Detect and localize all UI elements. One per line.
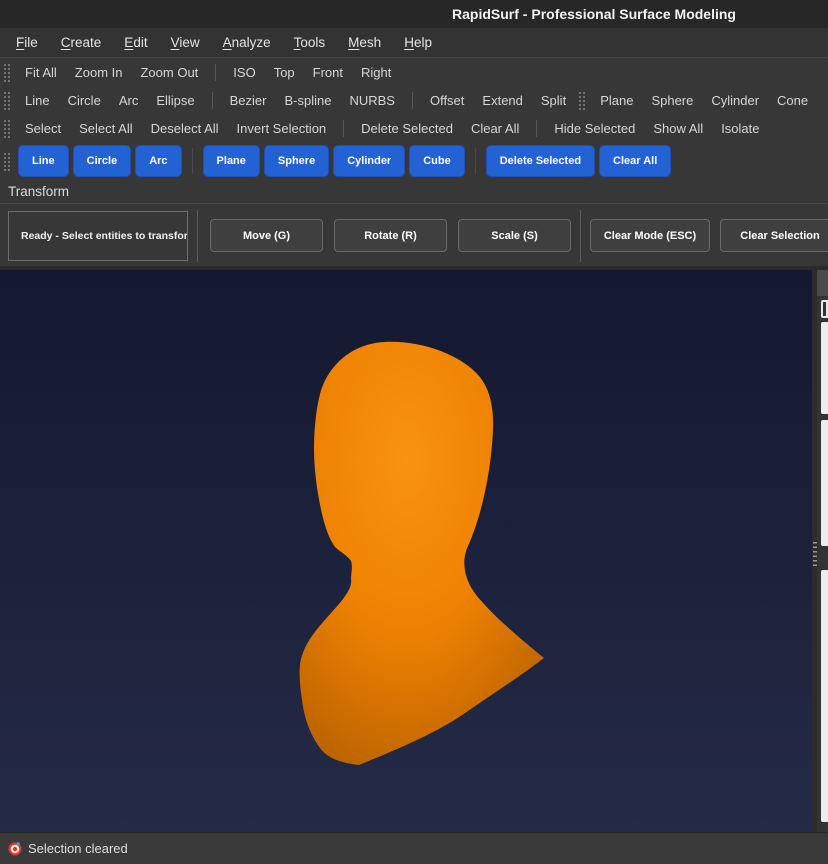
toolbar-row-create: LineCircleArcEllipse BezierB-splineNURBS O… <box>0 86 828 114</box>
view-front-button[interactable]: Front <box>305 61 351 84</box>
menu-item-tools[interactable]: Tools <box>294 35 326 50</box>
curves-split-button[interactable]: Split <box>533 89 574 112</box>
primitives-cylinder-button[interactable]: Cylinder <box>703 89 767 112</box>
curves-arc-button[interactable]: Arc <box>111 89 147 112</box>
quick-actions-delete-selected-button[interactable]: Delete Selected <box>486 145 595 177</box>
primitives-cone-button[interactable]: Cone <box>769 89 816 112</box>
clipped-panel-fragment <box>821 300 828 318</box>
view-zoom-out-button[interactable]: Zoom Out <box>132 61 206 84</box>
splitter-handle-icon[interactable] <box>813 542 817 568</box>
clipped-panel-fragment <box>821 420 828 546</box>
toolbar-grip[interactable] <box>3 151 10 171</box>
quick-actions-cylinder-button[interactable]: Cylinder <box>333 145 405 177</box>
toolbar-grip[interactable] <box>3 62 10 82</box>
view-iso-button[interactable]: ISO <box>225 61 263 84</box>
toolbar-row-selection: SelectSelect AllDeselect AllInvert Selec… <box>0 114 828 142</box>
curves-ellipse-button[interactable]: Ellipse <box>148 89 202 112</box>
menu-bar: File Create Edit View Analyze Tools Mesh Help <box>0 28 828 58</box>
toolbar-curves: LineCircleArcEllipse BezierB-splineNURBS O… <box>0 86 575 114</box>
toolbar-grip[interactable] <box>578 90 585 110</box>
selection-hide-selected-button[interactable]: Hide Selected <box>546 117 643 140</box>
toolbar-separator <box>412 92 413 109</box>
toolbar-quick-actions: LineCircleArc PlaneSphereCylinderCube Dele… <box>0 142 673 180</box>
status-message: Selection cleared <box>28 841 128 856</box>
clear-mode-esc-button[interactable]: Clear Mode (ESC) <box>590 219 710 252</box>
selection-invert-selection-button[interactable]: Invert Selection <box>229 117 335 140</box>
transform-status-box: Ready - Select entities to transform <box>8 211 188 261</box>
transform-panel-header: Transform <box>0 180 828 204</box>
toolbar-separator <box>215 64 216 81</box>
clipped-panel-fragment <box>821 570 828 822</box>
menu-item-file[interactable]: File <box>16 35 38 50</box>
transform-panel-title: Transform <box>8 184 69 199</box>
selection-deselect-all-button[interactable]: Deselect All <box>143 117 227 140</box>
toolbar-primitives: PlaneSphereCylinderCone <box>575 86 817 114</box>
selection-show-all-button[interactable]: Show All <box>645 117 711 140</box>
quick-actions-plane-button[interactable]: Plane <box>203 145 260 177</box>
quick-actions-sphere-button[interactable]: Sphere <box>264 145 329 177</box>
selection-select-all-button[interactable]: Select All <box>71 117 140 140</box>
toolbar-row-quick-actions: LineCircleArc PlaneSphereCylinderCube Dele… <box>0 142 828 180</box>
toolbar-grip[interactable] <box>3 90 10 110</box>
target-icon <box>8 842 22 856</box>
curves-line-button[interactable]: Line <box>17 89 58 112</box>
menu-item-edit[interactable]: Edit <box>124 35 147 50</box>
selection-clear-all-button[interactable]: Clear All <box>463 117 527 140</box>
menu-item-mesh[interactable]: Mesh <box>348 35 381 50</box>
view-right-button[interactable]: Right <box>353 61 399 84</box>
clear-selection-button[interactable]: Clear Selection <box>720 219 828 252</box>
transform-clear-buttons: Clear Mode (ESC) Clear Selection <box>590 219 828 252</box>
toolbar-view: Fit AllZoom InZoom Out ISOTopFrontRight <box>0 58 400 86</box>
curves-extend-button[interactable]: Extend <box>474 89 530 112</box>
scale-s-button[interactable]: Scale (S) <box>458 219 571 252</box>
move-g-button[interactable]: Move (G) <box>210 219 323 252</box>
viewport-canvas[interactable] <box>0 270 812 832</box>
status-bar: Selection cleared <box>0 832 828 864</box>
right-dock-edge <box>812 270 828 832</box>
selection-isolate-button[interactable]: Isolate <box>713 117 767 140</box>
curves-nurbs-button[interactable]: NURBS <box>341 89 403 112</box>
selection-select-button[interactable]: Select <box>17 117 69 140</box>
quick-actions-circle-button[interactable]: Circle <box>73 145 132 177</box>
primitives-plane-button[interactable]: Plane <box>592 89 641 112</box>
selection-delete-selected-button[interactable]: Delete Selected <box>353 117 461 140</box>
toolbar-selection: SelectSelect AllDeselect AllInvert Selec… <box>0 114 769 142</box>
transform-mode-buttons: Move (G) Rotate (R) Scale (S) <box>210 219 571 252</box>
toolbar-separator <box>343 120 344 137</box>
curves-circle-button[interactable]: Circle <box>60 89 109 112</box>
menu-item-create[interactable]: Create <box>61 35 102 50</box>
view-top-button[interactable]: Top <box>266 61 303 84</box>
menu-item-analyze[interactable]: Analyze <box>223 35 271 50</box>
quick-actions-cube-button[interactable]: Cube <box>409 145 465 177</box>
curves-offset-button[interactable]: Offset <box>422 89 472 112</box>
toolbar-separator <box>536 120 537 137</box>
title-bar: RapidSurf - Professional Surface Modelin… <box>0 0 828 28</box>
menu-item-view[interactable]: View <box>171 35 200 50</box>
window-title: RapidSurf - Professional Surface Modelin… <box>452 6 736 22</box>
curves-bezier-button[interactable]: Bezier <box>222 89 275 112</box>
menu-item-help[interactable]: Help <box>404 35 432 50</box>
quick-actions-arc-button[interactable]: Arc <box>135 145 181 177</box>
primitives-sphere-button[interactable]: Sphere <box>643 89 701 112</box>
clipped-panel-fragment <box>821 322 828 414</box>
viewport-3d[interactable] <box>0 270 812 832</box>
toolbar-row-view: Fit AllZoom InZoom Out ISOTopFrontRight <box>0 58 828 86</box>
toolbar-separator <box>212 92 213 109</box>
rotate-r-button[interactable]: Rotate (R) <box>334 219 447 252</box>
transform-separator <box>580 210 581 262</box>
view-fit-all-button[interactable]: Fit All <box>17 61 65 84</box>
curves-b-spline-button[interactable]: B-spline <box>276 89 339 112</box>
quick-actions-line-button[interactable]: Line <box>18 145 69 177</box>
toolbar-grip[interactable] <box>3 118 10 138</box>
view-zoom-in-button[interactable]: Zoom In <box>67 61 131 84</box>
quick-actions-clear-all-button[interactable]: Clear All <box>599 145 671 177</box>
clipped-panel-fragment <box>817 270 828 296</box>
transform-separator <box>197 210 198 262</box>
transform-panel: Ready - Select entities to transform Mov… <box>0 205 828 266</box>
dock-splitter[interactable] <box>812 270 817 832</box>
toolbar-separator <box>475 148 476 174</box>
toolbar-separator <box>192 148 193 174</box>
